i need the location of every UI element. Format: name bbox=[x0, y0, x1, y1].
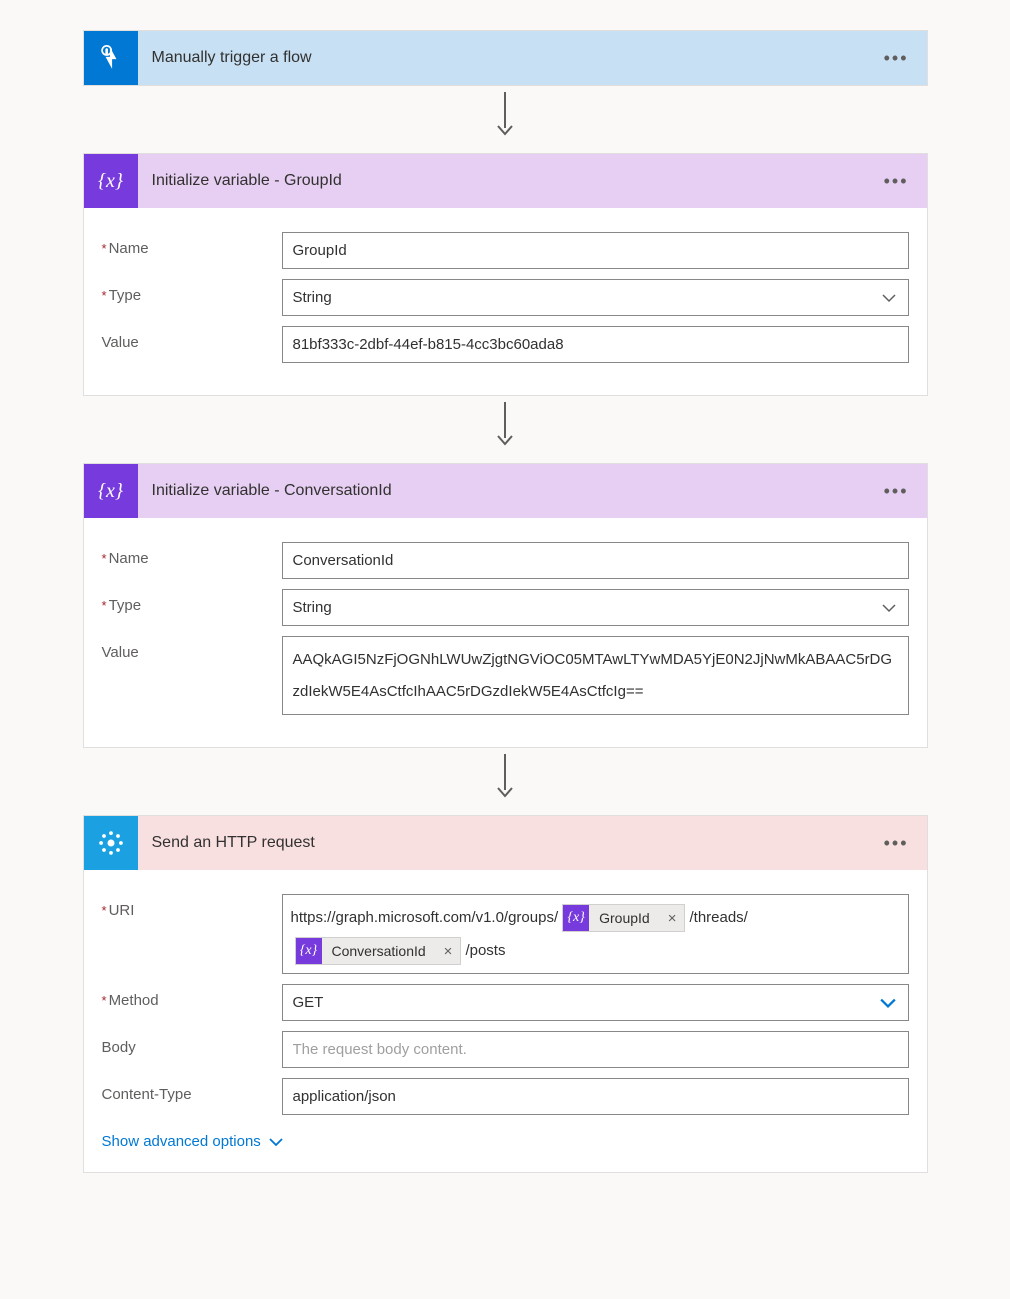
token-groupid[interactable]: {x}GroupId× bbox=[562, 904, 685, 932]
more-menu-icon[interactable]: ••• bbox=[866, 171, 927, 192]
flow-arrow bbox=[83, 396, 928, 463]
fx-icon: {x} bbox=[296, 938, 322, 964]
label-value: Value bbox=[102, 326, 282, 351]
chevron-down-icon bbox=[880, 997, 896, 1009]
more-menu-icon[interactable]: ••• bbox=[866, 833, 927, 854]
step-title: Manually trigger a flow bbox=[138, 49, 866, 67]
select-type[interactable]: String bbox=[282, 589, 909, 626]
more-menu-icon[interactable]: ••• bbox=[866, 481, 927, 502]
label-uri: URI bbox=[102, 894, 282, 919]
select-method[interactable]: GET bbox=[282, 984, 909, 1021]
token-conversationid[interactable]: {x}ConversationId× bbox=[295, 937, 462, 965]
input-content-type[interactable]: application/json bbox=[282, 1078, 909, 1115]
step-title: Initialize variable - ConversationId bbox=[138, 482, 866, 500]
step-header[interactable]: Send an HTTP request ••• bbox=[84, 816, 927, 870]
select-type[interactable]: String bbox=[282, 279, 909, 316]
step-title: Initialize variable - GroupId bbox=[138, 172, 866, 190]
step-header[interactable]: {x} Initialize variable - ConversationId… bbox=[84, 464, 927, 518]
chevron-down-icon bbox=[269, 1137, 283, 1147]
variable-icon: {x} bbox=[84, 154, 138, 208]
label-content-type: Content-Type bbox=[102, 1078, 282, 1103]
label-body: Body bbox=[102, 1031, 282, 1056]
flow-arrow bbox=[83, 86, 928, 153]
input-uri[interactable]: https://graph.microsoft.com/v1.0/groups/… bbox=[282, 894, 909, 974]
input-value[interactable]: AAQkAGI5NzFjOGNhLWUwZjgtNGViOC05MTAwLTYw… bbox=[282, 636, 909, 715]
label-name: Name bbox=[102, 232, 282, 257]
fx-icon: {x} bbox=[563, 905, 589, 931]
step-body: Name GroupId Type String Value 81bf333c-… bbox=[84, 208, 927, 395]
chevron-down-icon bbox=[882, 293, 896, 303]
label-name: Name bbox=[102, 542, 282, 567]
more-menu-icon[interactable]: ••• bbox=[866, 48, 927, 69]
label-value: Value bbox=[102, 636, 282, 661]
step-body: URI https://graph.microsoft.com/v1.0/gro… bbox=[84, 870, 927, 1172]
remove-token-icon[interactable]: × bbox=[660, 902, 685, 935]
step-http-request[interactable]: Send an HTTP request ••• URI https://gra… bbox=[83, 815, 928, 1173]
step-init-var-conversationid[interactable]: {x} Initialize variable - ConversationId… bbox=[83, 463, 928, 748]
input-name[interactable]: GroupId bbox=[282, 232, 909, 269]
chevron-down-icon bbox=[882, 603, 896, 613]
label-method: Method bbox=[102, 984, 282, 1009]
show-advanced-options[interactable]: Show advanced options bbox=[102, 1125, 909, 1150]
variable-icon: {x} bbox=[84, 464, 138, 518]
remove-token-icon[interactable]: × bbox=[436, 935, 461, 968]
label-type: Type bbox=[102, 589, 282, 614]
input-value[interactable]: 81bf333c-2dbf-44ef-b815-4cc3bc60ada8 bbox=[282, 326, 909, 363]
flow-arrow bbox=[83, 748, 928, 815]
http-icon bbox=[84, 816, 138, 870]
label-type: Type bbox=[102, 279, 282, 304]
step-manually-trigger[interactable]: Manually trigger a flow ••• bbox=[83, 30, 928, 86]
step-init-var-groupid[interactable]: {x} Initialize variable - GroupId ••• Na… bbox=[83, 153, 928, 396]
step-header[interactable]: Manually trigger a flow ••• bbox=[84, 31, 927, 85]
step-title: Send an HTTP request bbox=[138, 834, 866, 852]
input-body[interactable] bbox=[282, 1031, 909, 1068]
step-body: Name ConversationId Type String Value AA… bbox=[84, 518, 927, 747]
trigger-icon bbox=[84, 31, 138, 85]
step-header[interactable]: {x} Initialize variable - GroupId ••• bbox=[84, 154, 927, 208]
input-name[interactable]: ConversationId bbox=[282, 542, 909, 579]
